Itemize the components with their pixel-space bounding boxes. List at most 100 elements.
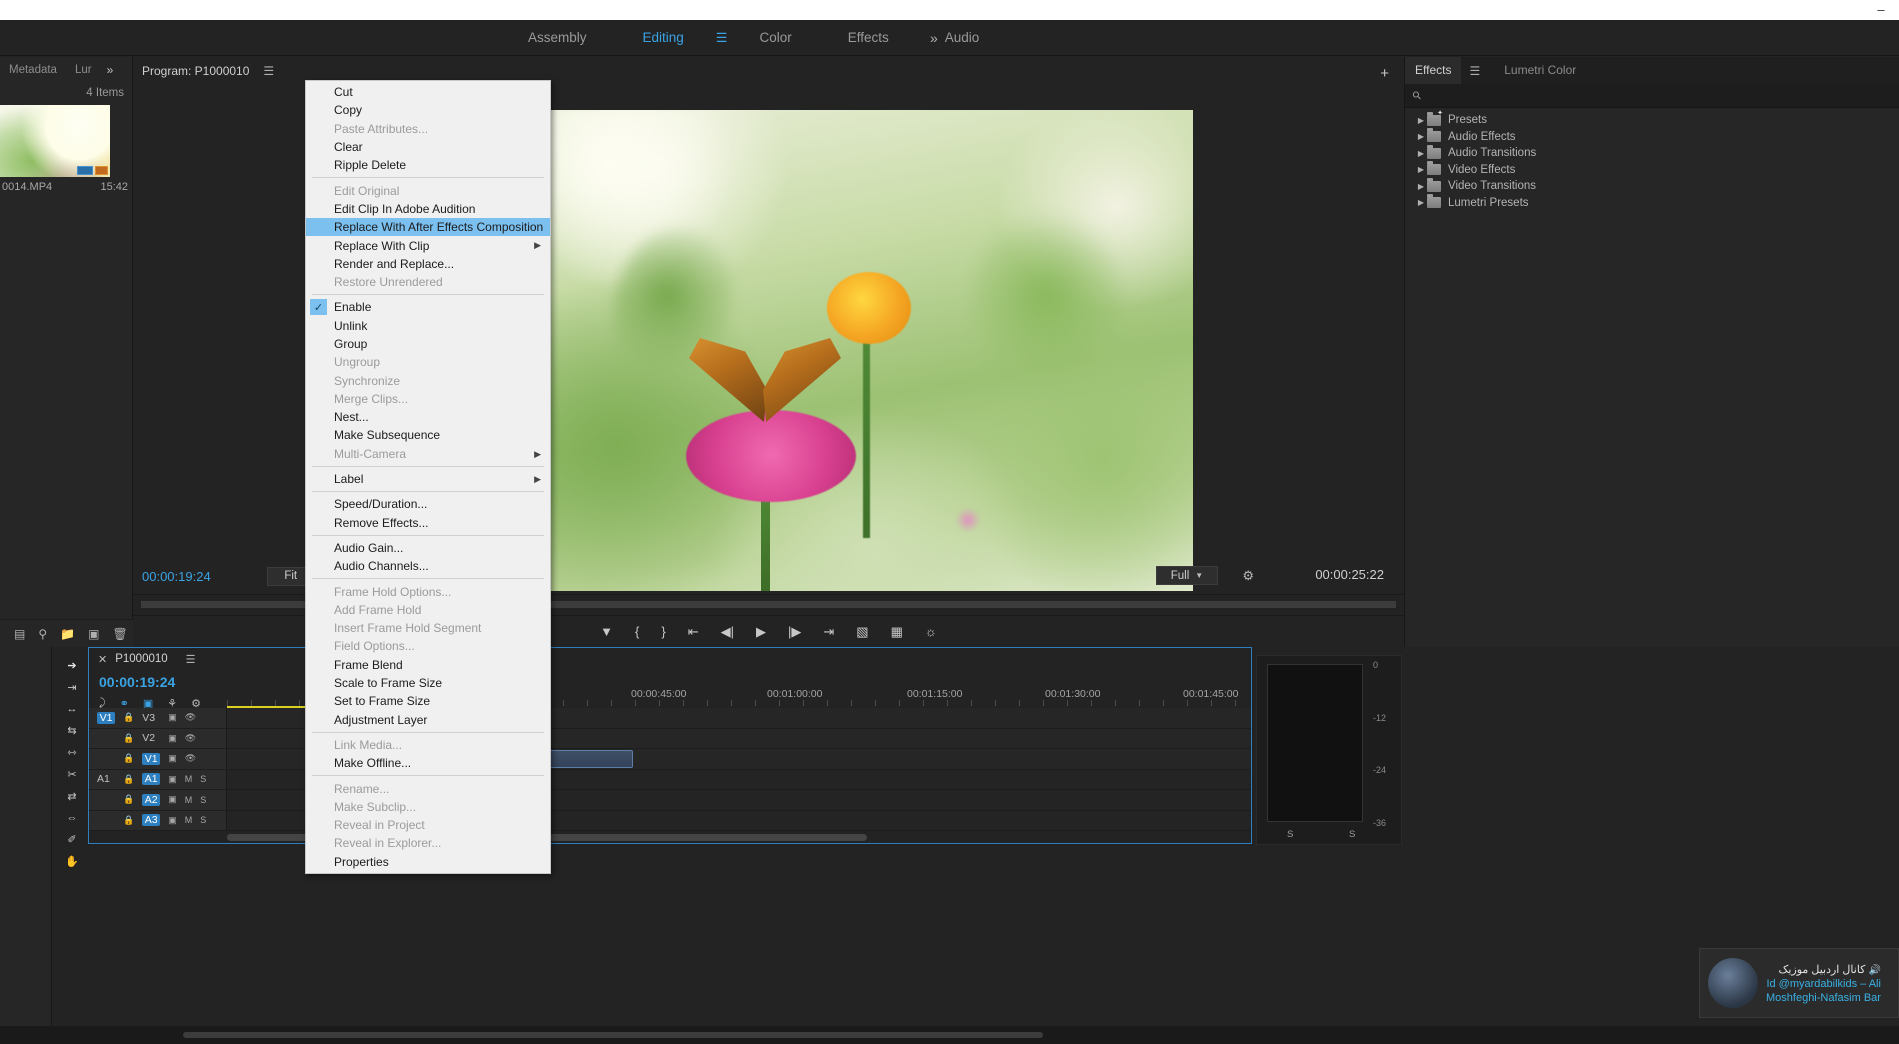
add-marker-icon[interactable]: ▼ xyxy=(600,624,613,639)
bottom-scrollbar[interactable] xyxy=(183,1032,1043,1038)
disclosure-triangle-icon[interactable]: ▶ xyxy=(1415,182,1427,191)
trash-icon[interactable]: 🗑 xyxy=(112,627,127,641)
menu-item-speed-duration[interactable]: Speed/Duration... xyxy=(306,495,550,513)
workspace-menu-icon[interactable]: ☰ xyxy=(712,20,732,56)
step-forward-icon[interactable]: |▶ xyxy=(788,624,801,640)
solo-icon[interactable]: S xyxy=(200,795,206,805)
menu-item-cut[interactable]: Cut xyxy=(306,83,550,101)
play-icon[interactable]: ▶ xyxy=(756,624,766,640)
menu-item-clear[interactable]: Clear xyxy=(306,138,550,156)
mark-in-icon[interactable]: { xyxy=(635,624,639,639)
menu-item-render-and-replace[interactable]: Render and Replace... xyxy=(306,255,550,273)
clip-thumbnail[interactable] xyxy=(0,105,110,177)
disclosure-triangle-icon[interactable]: ▶ xyxy=(1415,165,1427,174)
mark-out-icon[interactable]: } xyxy=(661,624,665,639)
menu-item-label[interactable]: Label ▶ xyxy=(306,470,550,488)
rate-stretch-tool-icon[interactable]: ⇿ xyxy=(67,746,76,759)
lock-icon[interactable]: 🔒 xyxy=(123,733,134,744)
ripple-edit-tool-icon[interactable]: ↔ xyxy=(67,703,78,715)
hand-tool-icon[interactable]: ✋ xyxy=(65,855,79,868)
mute-icon[interactable]: M xyxy=(185,815,193,825)
solo-icon[interactable]: S xyxy=(200,815,206,825)
menu-item-unlink[interactable]: Unlink xyxy=(306,317,550,335)
lock-icon[interactable]: 🔒 xyxy=(123,712,134,723)
track-header[interactable]: 🔒 V2 ▣ 👁 xyxy=(89,728,227,748)
menu-item-edit-clip-in-adobe-audition[interactable]: Edit Clip In Adobe Audition xyxy=(306,200,550,218)
eye-icon[interactable]: 👁 xyxy=(185,712,196,723)
new-bin-icon[interactable]: 📁 xyxy=(60,627,75,641)
meter-solo-left[interactable]: S xyxy=(1287,829,1293,840)
track-name-label[interactable]: A1 xyxy=(142,773,161,786)
disclosure-triangle-icon[interactable]: ▶ xyxy=(1415,149,1427,158)
target-icon[interactable]: ▣ xyxy=(168,712,177,723)
menu-item-replace-with-clip[interactable]: Replace With Clip ▶ xyxy=(306,236,550,254)
wrench-icon[interactable]: ⚙ xyxy=(1242,568,1254,584)
button-editor-icon[interactable]: + xyxy=(1380,65,1389,82)
effects-tree-item-presets[interactable]: ▶ Presets xyxy=(1405,109,1899,129)
target-icon[interactable]: ▣ xyxy=(168,774,177,785)
program-monitor-menu-icon[interactable]: ☰ xyxy=(249,64,274,78)
track-header[interactable]: A1 🔒 A1 ▣ M S xyxy=(89,769,227,789)
effects-tree-item-video-transitions[interactable]: ▶ Video Transitions xyxy=(1405,177,1899,195)
track-select-tool-icon[interactable]: ⇥ xyxy=(67,681,76,694)
menu-item-ripple-delete[interactable]: Ripple Delete xyxy=(306,156,550,174)
go-to-in-icon[interactable]: ⇤ xyxy=(688,624,699,640)
target-icon[interactable]: ▣ xyxy=(168,733,177,744)
effects-tree-item-lumetri-presets[interactable]: ▶ Lumetri Presets xyxy=(1405,194,1899,212)
track-header[interactable]: 🔒 A2 ▣ M S xyxy=(89,790,227,810)
mute-icon[interactable]: M xyxy=(185,795,193,805)
workspace-tab-color[interactable]: Color xyxy=(731,20,819,56)
target-icon[interactable]: ▣ xyxy=(168,753,177,764)
grid-view-icon[interactable]: ▤ xyxy=(14,627,25,641)
rolling-edit-tool-icon[interactable]: ⇆ xyxy=(67,724,76,737)
menu-item-adjustment-layer[interactable]: Adjustment Layer xyxy=(306,711,550,729)
timeline-timecode[interactable]: 00:00:19:24 xyxy=(99,674,175,690)
effects-tree-item-audio-transitions[interactable]: ▶ Audio Transitions xyxy=(1405,144,1899,162)
workspace-tab-editing[interactable]: Editing xyxy=(615,20,712,56)
tab-effects[interactable]: Effects xyxy=(1405,57,1462,84)
solo-icon[interactable]: S xyxy=(200,774,206,784)
tab-lumetri-color[interactable]: Lumetri Color xyxy=(1488,57,1592,84)
razor-tool-icon[interactable]: ✂ xyxy=(67,768,76,781)
menu-item-frame-blend[interactable]: Frame Blend xyxy=(306,656,550,674)
disclosure-triangle-icon[interactable]: ▶ xyxy=(1415,198,1427,207)
workspace-overflow-icon[interactable]: » xyxy=(930,20,938,56)
extract-icon[interactable]: ▦ xyxy=(891,624,903,640)
close-icon[interactable]: ✕ xyxy=(89,653,115,666)
menu-item-replace-with-after-effects-composition[interactable]: Replace With After Effects Composition xyxy=(306,218,550,237)
export-frame-icon[interactable]: ☼ xyxy=(925,624,937,639)
track-header[interactable]: 🔒 A3 ▣ M S xyxy=(89,810,227,830)
menu-item-audio-channels[interactable]: Audio Channels... xyxy=(306,557,550,575)
effects-search-field[interactable]: ⚲ xyxy=(1405,84,1899,108)
search-icon[interactable]: ⚲ xyxy=(38,627,47,641)
workspace-tab-assembly[interactable]: Assembly xyxy=(500,20,615,56)
chevron-right-icon[interactable]: » xyxy=(101,57,119,83)
menu-item-make-subsequence[interactable]: Make Subsequence xyxy=(306,426,550,444)
eye-icon[interactable]: 👁 xyxy=(185,753,196,764)
resolution-dropdown[interactable]: Full ▼ xyxy=(1156,566,1218,585)
new-item-icon[interactable]: ▣ xyxy=(88,627,99,641)
track-name-label[interactable]: A2 xyxy=(142,793,161,806)
menu-item-group[interactable]: Group xyxy=(306,335,550,353)
eye-icon[interactable]: 👁 xyxy=(185,733,196,744)
step-back-icon[interactable]: ◀| xyxy=(721,624,734,640)
slip-tool-icon[interactable]: ⇄ xyxy=(67,790,76,803)
menu-item-set-to-frame-size[interactable]: Set to Frame Size xyxy=(306,692,550,710)
disclosure-triangle-icon[interactable]: ▶ xyxy=(1415,132,1427,141)
menu-item-nest[interactable]: Nest... xyxy=(306,408,550,426)
lift-icon[interactable]: ▧ xyxy=(856,624,868,640)
go-to-out-icon[interactable]: ⇥ xyxy=(823,624,834,640)
track-name-label[interactable]: A3 xyxy=(142,814,161,827)
minimize-icon[interactable]: – xyxy=(1873,2,1889,18)
menu-item-copy[interactable]: Copy xyxy=(306,101,550,119)
lock-icon[interactable]: 🔒 xyxy=(123,774,134,785)
mute-icon[interactable]: M xyxy=(185,774,193,784)
menu-item-make-offline[interactable]: Make Offline... xyxy=(306,754,550,772)
selection-tool-icon[interactable]: ➔ xyxy=(67,659,76,672)
tab-lumetri[interactable]: Lur xyxy=(66,57,101,83)
effects-tree-item-audio-effects[interactable]: ▶ Audio Effects xyxy=(1405,128,1899,146)
pen-tool-icon[interactable]: ✐ xyxy=(67,833,76,846)
timeline-menu-icon[interactable]: ☰ xyxy=(168,653,196,666)
menu-item-remove-effects[interactable]: Remove Effects... xyxy=(306,514,550,532)
target-icon[interactable]: ▣ xyxy=(168,815,177,826)
